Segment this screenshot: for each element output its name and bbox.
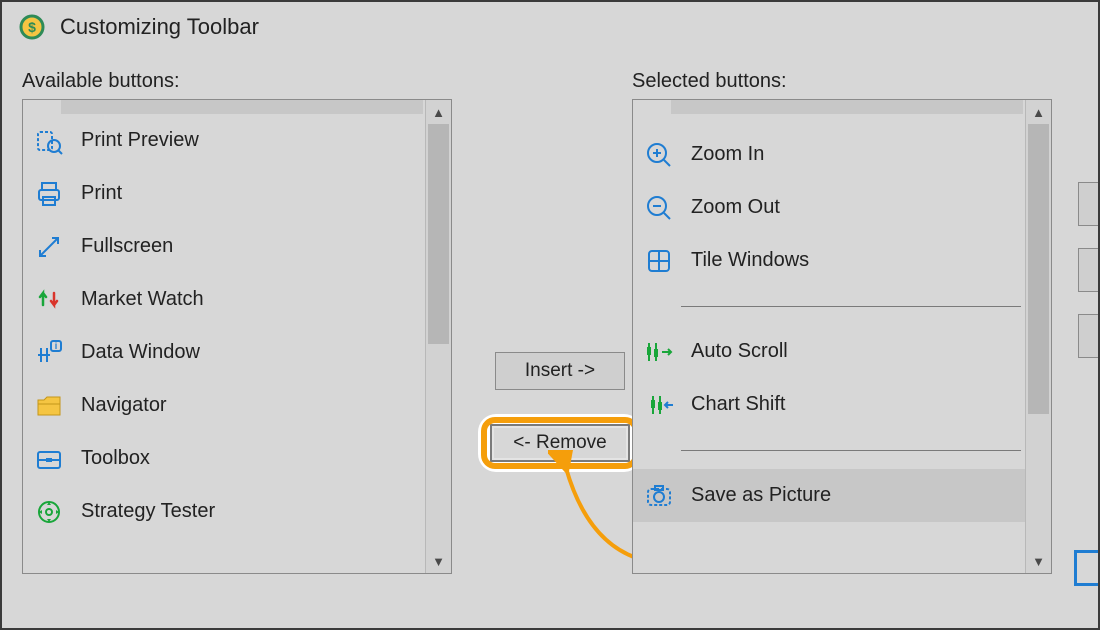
- svg-text:$: $: [28, 19, 36, 35]
- auto-scroll-icon: [643, 336, 675, 368]
- scroll-down-icon[interactable]: ▼: [426, 549, 451, 573]
- selected-list: Zoom In Zoom Out Tile Windows: [633, 100, 1025, 573]
- list-item[interactable]: Tile Windows: [633, 234, 1025, 287]
- list-item[interactable]: Zoom In: [633, 128, 1025, 181]
- list-item[interactable]: Navigator: [23, 379, 425, 432]
- list-item[interactable]: Chart Shift: [633, 378, 1025, 431]
- chart-shift-icon: [643, 389, 675, 421]
- remove-button-highlight: <- Remove: [478, 414, 642, 472]
- titlebar: $ Customizing Toolbar: [2, 2, 1098, 52]
- navigator-icon: [33, 390, 65, 422]
- cropped-button[interactable]: [1078, 314, 1098, 358]
- available-panel: Available buttons: Print Preview Print: [22, 70, 452, 612]
- list-item[interactable]: Print Preview: [23, 114, 425, 167]
- top-band: [61, 100, 423, 114]
- list-item-label: Strategy Tester: [81, 500, 215, 523]
- selected-label: Selected buttons:: [632, 70, 1052, 93]
- list-item[interactable]: Auto Scroll: [633, 325, 1025, 378]
- list-item[interactable]: Fullscreen: [23, 220, 425, 273]
- data-window-icon: i: [33, 337, 65, 369]
- scroll-down-icon[interactable]: ▼: [1026, 549, 1051, 573]
- separator-item[interactable]: [633, 431, 1025, 469]
- selected-listbox[interactable]: Zoom In Zoom Out Tile Windows: [632, 99, 1052, 574]
- available-listbox[interactable]: Print Preview Print Fullscreen: [22, 99, 452, 574]
- scrollbar[interactable]: ▲ ▼: [425, 100, 451, 573]
- list-item-label: Save as Picture: [691, 484, 831, 507]
- scrollbar[interactable]: ▲ ▼: [1025, 100, 1051, 573]
- app-icon: $: [16, 11, 48, 43]
- list-item[interactable]: Market Watch: [23, 273, 425, 326]
- scroll-up-icon[interactable]: ▲: [1026, 100, 1051, 124]
- remove-button[interactable]: <- Remove: [490, 424, 630, 462]
- list-item-label: Zoom In: [691, 143, 764, 166]
- available-label: Available buttons:: [22, 70, 452, 93]
- list-item-label: Auto Scroll: [691, 340, 788, 363]
- strategy-tester-icon: [33, 496, 65, 528]
- list-item-label: Print: [81, 182, 122, 205]
- fullscreen-icon: [33, 231, 65, 263]
- scroll-track[interactable]: [1026, 124, 1051, 549]
- list-item-label: Data Window: [81, 341, 200, 364]
- window-title: Customizing Toolbar: [60, 14, 259, 40]
- list-item-label: Fullscreen: [81, 235, 173, 258]
- svg-text:i: i: [55, 341, 58, 351]
- list-item[interactable]: Strategy Tester: [23, 485, 425, 538]
- selected-panel: Selected buttons: Zoom In Zoom Out: [632, 70, 1052, 612]
- scroll-up-icon[interactable]: ▲: [426, 100, 451, 124]
- list-item-label: Tile Windows: [691, 249, 809, 272]
- cropped-blue-highlight: [1074, 550, 1098, 586]
- separator-line: [681, 450, 1021, 451]
- save-picture-icon: [643, 480, 675, 512]
- scroll-thumb[interactable]: [1028, 124, 1049, 414]
- print-icon: [33, 178, 65, 210]
- scroll-track[interactable]: [426, 124, 451, 549]
- list-item[interactable]: Zoom Out: [633, 181, 1025, 234]
- list-item[interactable]: Save as Picture: [633, 469, 1025, 522]
- cropped-button[interactable]: [1078, 248, 1098, 292]
- list-item-label: Toolbox: [81, 447, 150, 470]
- market-watch-icon: [33, 284, 65, 316]
- scroll-thumb[interactable]: [428, 124, 449, 344]
- list-item[interactable]: Print: [23, 167, 425, 220]
- list-item-label: Market Watch: [81, 288, 204, 311]
- list-item-label: Chart Shift: [691, 393, 785, 416]
- list-item-label: Print Preview: [81, 129, 199, 152]
- list-item-label: Navigator: [81, 394, 167, 417]
- separator-line: [681, 306, 1021, 307]
- available-list: Print Preview Print Fullscreen: [23, 100, 425, 573]
- dialog-content: Available buttons: Print Preview Print: [2, 52, 1098, 612]
- tile-windows-icon: [643, 245, 675, 277]
- list-item[interactable]: Toolbox: [23, 432, 425, 485]
- transfer-buttons: Insert -> <- Remove: [480, 352, 640, 472]
- top-band: [671, 100, 1023, 114]
- zoom-in-icon: [643, 139, 675, 171]
- cropped-side-buttons: [1078, 182, 1098, 358]
- list-item-label: Zoom Out: [691, 196, 780, 219]
- separator-item[interactable]: [633, 287, 1025, 325]
- cropped-button[interactable]: [1078, 182, 1098, 226]
- toolbox-icon: [33, 443, 65, 475]
- print-preview-icon: [33, 125, 65, 157]
- zoom-out-icon: [643, 192, 675, 224]
- list-item[interactable]: i Data Window: [23, 326, 425, 379]
- insert-button[interactable]: Insert ->: [495, 352, 625, 390]
